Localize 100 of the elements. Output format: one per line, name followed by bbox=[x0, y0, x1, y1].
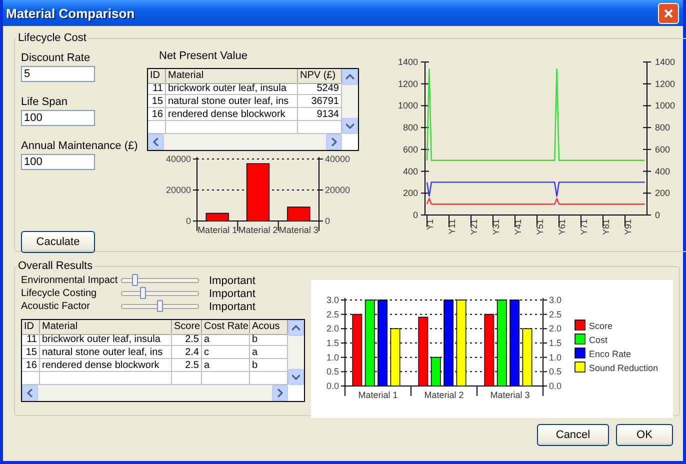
horizontal-scrollbar[interactable] bbox=[148, 134, 342, 150]
slider-value: Important bbox=[209, 300, 256, 312]
table-cell: 2.4 bbox=[172, 346, 202, 359]
slider-thumb[interactable] bbox=[132, 274, 138, 286]
tick-label: 2.0 bbox=[326, 324, 339, 334]
vertical-scrollbar[interactable] bbox=[342, 69, 358, 134]
slider-value: Important bbox=[209, 274, 256, 286]
field-label: Life Span bbox=[21, 96, 68, 108]
tick-label: 0.0 bbox=[549, 381, 562, 391]
tick-label: 2.5 bbox=[326, 309, 339, 320]
tick-label: Y71 bbox=[579, 219, 589, 236]
slider-thumb[interactable] bbox=[156, 300, 163, 312]
horizontal-scrollbar[interactable] bbox=[22, 385, 288, 401]
table-cell: 15 bbox=[22, 346, 40, 359]
input-field[interactable]: 100 bbox=[21, 154, 95, 170]
tick-label: Y21 bbox=[469, 219, 479, 236]
category-label: Material 2 bbox=[238, 225, 278, 235]
table-cell: c bbox=[202, 346, 250, 359]
tick-label: 0.0 bbox=[326, 381, 339, 391]
category-label: Material 3 bbox=[278, 225, 318, 235]
column-header[interactable]: NPV (£) bbox=[298, 69, 342, 84]
category-label: Material 1 bbox=[198, 225, 238, 235]
tick-label: 1200 bbox=[398, 78, 418, 89]
legend-label: Cost bbox=[589, 335, 608, 345]
table-cell: a bbox=[202, 333, 250, 346]
tick-label: Y51 bbox=[535, 219, 545, 236]
tick-label: 200 bbox=[402, 188, 418, 198]
tick-label: 20000 bbox=[325, 185, 350, 195]
weight-slider[interactable] bbox=[121, 274, 199, 287]
tick-label: 0 bbox=[325, 216, 330, 226]
calculate-button[interactable]: Caculate bbox=[21, 231, 95, 253]
slider-value: Important bbox=[209, 288, 256, 300]
tick-label: 0 bbox=[412, 210, 418, 220]
tick-label: Y81 bbox=[601, 219, 611, 236]
table-cell: 16 bbox=[148, 108, 166, 121]
tick-label: 1400 bbox=[655, 57, 676, 67]
tick-label: 400 bbox=[655, 166, 670, 176]
input-field[interactable]: 100 bbox=[21, 110, 95, 126]
table-cell: natural stone outer leaf, ins bbox=[40, 346, 172, 359]
tick-label: Y61 bbox=[557, 219, 567, 236]
tick-label: Y11 bbox=[447, 219, 457, 234]
tick-label: Y91 bbox=[623, 219, 633, 236]
weight-slider[interactable] bbox=[121, 287, 199, 300]
table-title: Net Present Value bbox=[159, 50, 248, 62]
group-title: Lifecycle Cost bbox=[17, 32, 88, 44]
tick-label: 800 bbox=[402, 122, 418, 133]
table-cell: 15 bbox=[148, 95, 166, 108]
slider-thumb[interactable] bbox=[140, 287, 146, 299]
column-header[interactable]: Acous bbox=[250, 320, 288, 335]
column-header[interactable]: ID bbox=[148, 69, 166, 84]
table-cell: brickwork outer leaf, insula bbox=[166, 82, 298, 95]
tick-label: Y1 bbox=[425, 219, 435, 230]
tick-label: 0.5 bbox=[326, 366, 339, 377]
tick-label: 20000 bbox=[166, 185, 191, 195]
column-header[interactable]: Material bbox=[40, 320, 172, 335]
column-header[interactable]: Score bbox=[172, 320, 202, 335]
table-cell: 16 bbox=[22, 359, 40, 372]
table-cell: a bbox=[202, 359, 250, 372]
tick-label: 3.0 bbox=[326, 295, 339, 305]
tick-label: 1400 bbox=[398, 57, 418, 67]
tick-label: 1.0 bbox=[326, 352, 339, 362]
table-cell: rendered dense blockwork bbox=[166, 108, 298, 121]
column-header[interactable]: Cost Rate bbox=[202, 320, 250, 335]
slider-label: Acoustic Factor bbox=[21, 301, 91, 312]
legend-item: Sound Reduction bbox=[574, 362, 658, 373]
tick-label: Y31 bbox=[491, 219, 501, 236]
slider-label: Environmental Impact bbox=[21, 275, 119, 286]
field-label: Discount Rate bbox=[21, 52, 92, 64]
tick-label: 3.0 bbox=[549, 295, 562, 305]
tick-label: 600 bbox=[655, 144, 670, 154]
table-cell: rendered dense blockwork bbox=[40, 359, 172, 372]
bar bbox=[206, 212, 229, 222]
dialog-button[interactable]: Cancel bbox=[537, 424, 609, 446]
tick-label: 600 bbox=[402, 144, 418, 154]
tick-label: 1.0 bbox=[549, 352, 562, 362]
close-icon[interactable] bbox=[664, 8, 673, 18]
slider-label: Lifecycle Costing bbox=[21, 288, 98, 299]
column-header[interactable]: Material bbox=[166, 69, 298, 84]
data-grid[interactable]: ID Material Score Cost Rate Acous 11 brickwork outer leaf, insula 2.5 a b 15 natural stone outer leaf, ins 2.4 c a 16 rendered dense blockwork 2.5 a b bbox=[21, 319, 305, 402]
tick-label: 1.5 bbox=[549, 338, 562, 348]
weight-slider[interactable] bbox=[121, 300, 199, 313]
tick-label: 0.5 bbox=[549, 366, 562, 377]
close-button[interactable] bbox=[658, 2, 679, 24]
data-grid[interactable]: ID Material NPV (£) 11 brickwork outer leaf, insula 5249 15 natural stone outer leaf, ins 36791 16 rendered dense blockwork 9134 bbox=[147, 68, 359, 151]
tick-label: 40000 bbox=[325, 154, 350, 164]
bar bbox=[287, 206, 310, 222]
window-title: Material Comparison bbox=[6, 6, 135, 20]
field-label: Annual Maintenance (£) bbox=[21, 140, 139, 152]
bar bbox=[246, 163, 270, 222]
table-cell: 11 bbox=[148, 82, 166, 95]
input-field[interactable]: 5 bbox=[21, 66, 95, 82]
tick-label: 40000 bbox=[166, 154, 191, 164]
legend-label: Sound Reduction bbox=[589, 363, 658, 373]
column-header[interactable]: ID bbox=[22, 320, 40, 335]
table-cell: 11 bbox=[22, 333, 40, 346]
tick-label: 1000 bbox=[398, 100, 418, 111]
vertical-scrollbar[interactable] bbox=[288, 320, 304, 385]
tick-label: 800 bbox=[655, 122, 670, 133]
dialog-button[interactable]: OK bbox=[616, 424, 673, 446]
legend-label: Score bbox=[589, 321, 613, 331]
